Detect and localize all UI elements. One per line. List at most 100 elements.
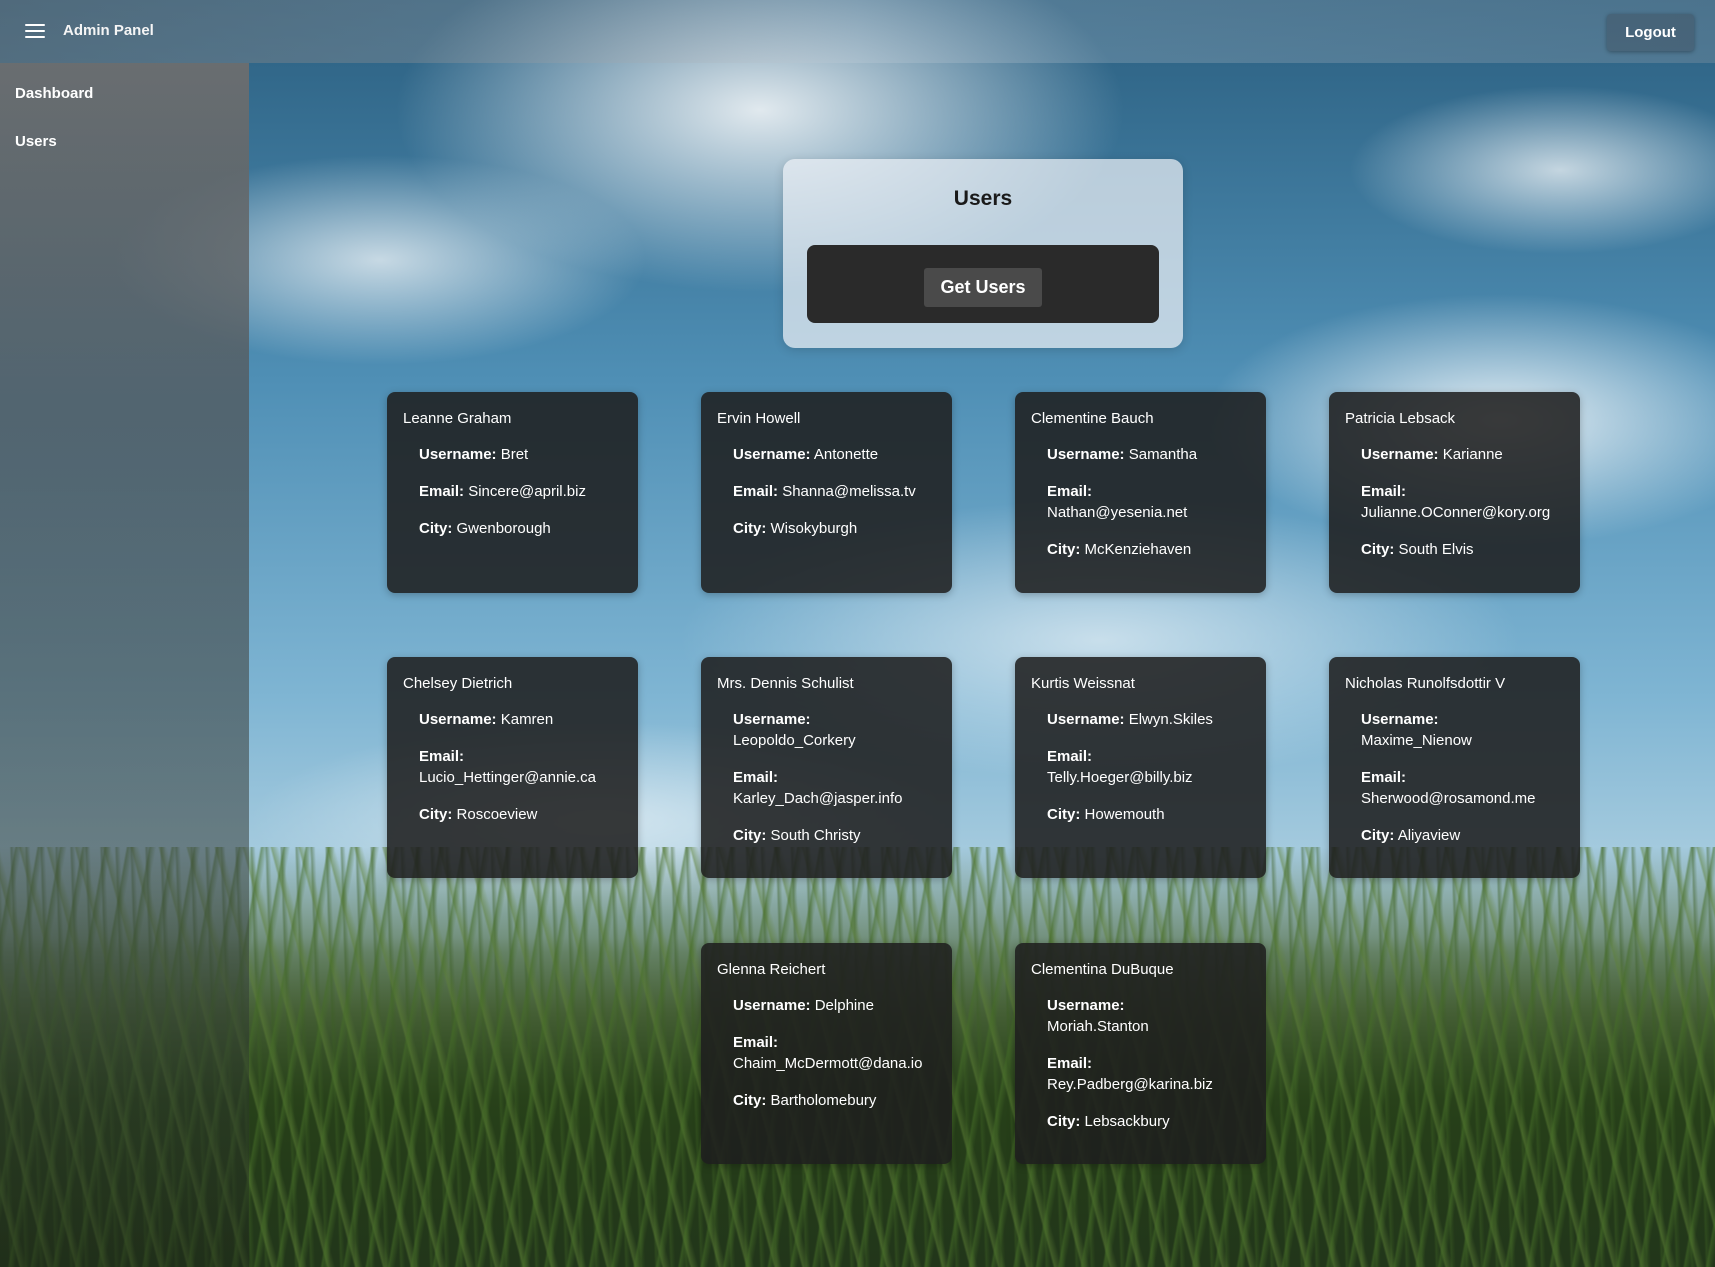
username-label: Username: <box>733 711 811 728</box>
page-title: Users <box>953 187 1013 210</box>
user-card: Clementina DuBuque Username: Moriah.Stant… <box>1015 943 1266 1164</box>
top-app-bar: Admin Panel Logout <box>0 0 1715 63</box>
city-label: City: <box>733 827 767 844</box>
user-name: Kurtis Weissnat <box>1031 675 1135 692</box>
username-value: Maxime_Nienow <box>1361 732 1472 749</box>
user-email: Email: Shanna@melissa.tv <box>733 481 936 502</box>
username-value: Karianne <box>1442 446 1503 463</box>
city-value: South Christy <box>770 827 861 844</box>
sidebar-item-dashboard[interactable]: Dashboard <box>0 70 249 118</box>
user-city: City: Roscoeview <box>419 804 622 825</box>
user-username: Username: Antonette <box>733 444 936 465</box>
email-label: Email: <box>1047 1055 1093 1072</box>
user-email: Email: Karley_Dach@jasper.info <box>733 767 936 809</box>
user-username: Username: Moriah.Stanton <box>1047 995 1250 1037</box>
user-name: Patricia Lebsack <box>1345 410 1456 427</box>
username-value: Samantha <box>1128 446 1198 463</box>
user-username: Username: Kamren <box>419 709 622 730</box>
get-users-button[interactable]: Get Users <box>924 268 1042 307</box>
user-username: Username: Maxime_Nienow <box>1361 709 1564 751</box>
user-name: Clementina DuBuque <box>1031 961 1174 978</box>
city-value: Aliyaview <box>1397 827 1461 844</box>
user-card: Nicholas Runolfsdottir V Username: Maxime… <box>1329 657 1580 878</box>
email-value: Sincere@april.biz <box>468 483 586 500</box>
user-email: Email: Julianne.OConner@kory.org <box>1361 481 1564 523</box>
get-users-panel: Get Users <box>807 245 1159 323</box>
username-value: Moriah.Stanton <box>1047 1018 1149 1035</box>
user-username: Username: Samantha <box>1047 444 1250 465</box>
username-label: Username: <box>419 711 497 728</box>
username-label: Username: <box>1047 446 1125 463</box>
city-label: City: <box>419 806 453 823</box>
app-title: Admin Panel <box>63 22 154 39</box>
user-email: Email: Lucio_Hettinger@annie.ca <box>419 746 622 788</box>
sidebar-item-users[interactable]: Users <box>0 118 249 166</box>
user-city: City: South Christy <box>733 825 936 846</box>
user-card: Patricia Lebsack Username: Karianne Emai… <box>1329 392 1580 593</box>
city-value: Howemouth <box>1084 806 1165 823</box>
email-value: Nathan@yesenia.net <box>1047 504 1188 521</box>
city-value: Roscoeview <box>456 806 538 823</box>
user-name: Nicholas Runolfsdottir V <box>1345 675 1506 692</box>
user-card: Clementine Bauch Username: Samantha Emai… <box>1015 392 1266 593</box>
user-username: Username: Bret <box>419 444 622 465</box>
user-card: Glenna Reichert Username: Delphine Email… <box>701 943 952 1164</box>
email-label: Email: <box>1361 769 1407 786</box>
city-value: Lebsackbury <box>1084 1113 1170 1130</box>
email-label: Email: <box>419 483 465 500</box>
user-email: Email: Sincere@april.biz <box>419 481 622 502</box>
city-label: City: <box>1047 806 1081 823</box>
user-city: City: South Elvis <box>1361 539 1564 560</box>
email-value: Rey.Padberg@karina.biz <box>1047 1076 1213 1093</box>
city-value: McKenziehaven <box>1084 541 1192 558</box>
city-value: Bartholomebury <box>770 1092 877 1109</box>
user-card: Ervin Howell Username: Antonette Email: … <box>701 392 952 593</box>
user-card: Mrs. Dennis Schulist Username: Leopoldo_C… <box>701 657 952 878</box>
email-value: Shanna@melissa.tv <box>782 483 916 500</box>
user-city: City: Bartholomebury <box>733 1090 936 1111</box>
user-card: Chelsey Dietrich Username: Kamren Email:… <box>387 657 638 878</box>
email-value: Sherwood@rosamond.me <box>1361 790 1536 807</box>
city-value: Gwenborough <box>456 520 551 537</box>
email-label: Email: <box>1047 483 1093 500</box>
email-value: Julianne.OConner@kory.org <box>1361 504 1551 521</box>
user-city: City: Howemouth <box>1047 804 1250 825</box>
username-label: Username: <box>419 446 497 463</box>
logout-button[interactable]: Logout <box>1607 14 1694 51</box>
username-value: Bret <box>500 446 529 463</box>
username-value: Kamren <box>500 711 554 728</box>
username-label: Username: <box>1361 446 1439 463</box>
email-label: Email: <box>733 483 779 500</box>
city-label: City: <box>1047 541 1081 558</box>
username-value: Antonette <box>813 446 879 463</box>
username-label: Username: <box>1047 711 1125 728</box>
user-username: Username: Elwyn.Skiles <box>1047 709 1250 730</box>
user-city: City: Wisokyburgh <box>733 518 936 539</box>
username-label: Username: <box>1047 997 1125 1014</box>
city-label: City: <box>733 1092 767 1109</box>
user-city: City: McKenziehaven <box>1047 539 1250 560</box>
city-label: City: <box>1361 541 1395 558</box>
email-label: Email: <box>733 769 779 786</box>
user-email: Email: Nathan@yesenia.net <box>1047 481 1250 523</box>
user-name: Chelsey Dietrich <box>403 675 513 692</box>
username-value: Delphine <box>814 997 874 1014</box>
sidebar: Dashboard Users <box>0 63 249 1267</box>
user-username: Username: Delphine <box>733 995 936 1016</box>
email-label: Email: <box>1361 483 1407 500</box>
city-label: City: <box>419 520 453 537</box>
hamburger-menu-icon[interactable] <box>25 24 45 38</box>
user-email: Email: Sherwood@rosamond.me <box>1361 767 1564 809</box>
username-label: Username: <box>733 997 811 1014</box>
user-card: Leanne Graham Username: Bret Email: Sinc… <box>387 392 638 593</box>
email-value: Telly.Hoeger@billy.biz <box>1047 769 1193 786</box>
city-value: Wisokyburgh <box>770 520 858 537</box>
user-name: Mrs. Dennis Schulist <box>717 675 854 692</box>
username-value: Leopoldo_Corkery <box>733 732 856 749</box>
user-name: Glenna Reichert <box>717 961 826 978</box>
city-value: South Elvis <box>1398 541 1474 558</box>
user-username: Username: Leopoldo_Corkery <box>733 709 936 751</box>
user-email: Email: Telly.Hoeger@billy.biz <box>1047 746 1250 788</box>
username-value: Elwyn.Skiles <box>1128 711 1213 728</box>
user-card: Kurtis Weissnat Username: Elwyn.Skiles E… <box>1015 657 1266 878</box>
